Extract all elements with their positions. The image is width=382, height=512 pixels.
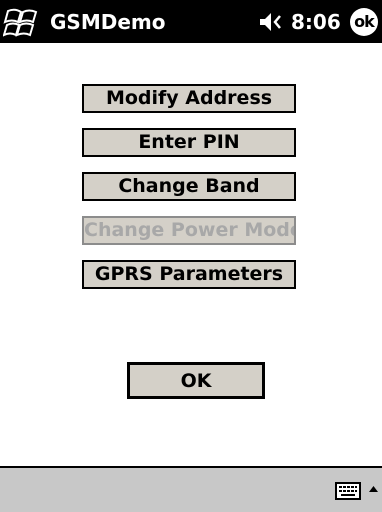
keyboard-icon[interactable] bbox=[335, 482, 361, 500]
modify-address-button[interactable]: Modify Address bbox=[82, 84, 296, 113]
gprs-parameters-button[interactable]: GPRS Parameters bbox=[82, 260, 296, 289]
title-ok-button[interactable]: ok bbox=[350, 8, 378, 36]
change-power-mode-button: Change Power Mode bbox=[82, 216, 296, 245]
bottom-menu-bar bbox=[0, 466, 382, 512]
speaker-muted-icon[interactable] bbox=[258, 11, 286, 33]
change-band-button[interactable]: Change Band bbox=[82, 172, 296, 201]
sip-arrow-icon[interactable] bbox=[367, 480, 380, 500]
app-title: GSMDemo bbox=[50, 10, 166, 34]
windows-start-icon[interactable] bbox=[3, 7, 39, 39]
ok-button[interactable]: OK bbox=[127, 362, 265, 399]
title-bar: GSMDemo 8:06 ok bbox=[0, 0, 382, 43]
title-separator bbox=[45, 0, 47, 43]
clock[interactable]: 8:06 bbox=[291, 9, 341, 35]
enter-pin-button[interactable]: Enter PIN bbox=[82, 128, 296, 157]
